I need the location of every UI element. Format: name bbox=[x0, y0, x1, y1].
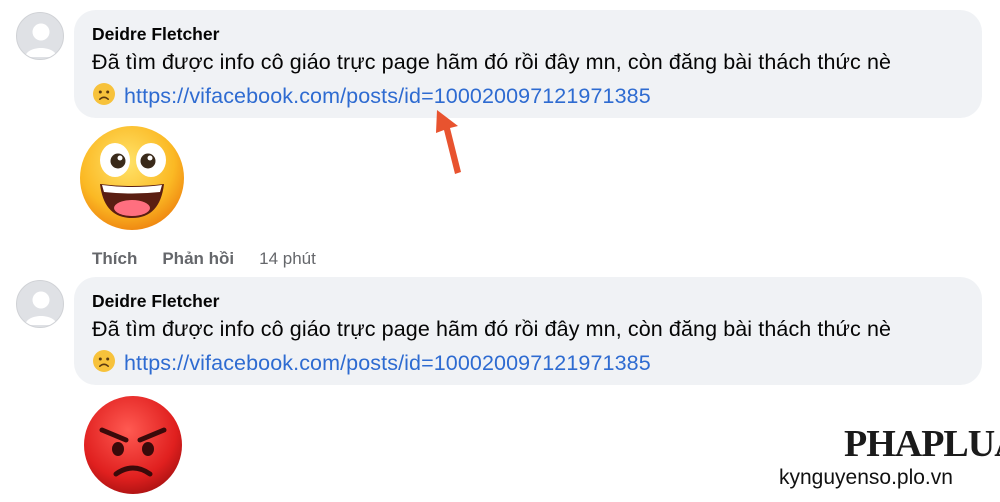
comment-timestamp[interactable]: 14 phút bbox=[259, 249, 316, 269]
comment-link-line: https://vifacebook.com/posts/id=10002009… bbox=[92, 348, 651, 378]
comment-text: Đã tìm được info cô giáo trực page hãm đ… bbox=[92, 50, 892, 74]
comment-link-line: https://vifacebook.com/posts/id=10002009… bbox=[92, 81, 651, 111]
avatar[interactable] bbox=[16, 12, 64, 60]
comment-bubble: Deidre Fletcher Đã tìm được info cô giáo… bbox=[74, 10, 982, 118]
like-button[interactable]: Thích bbox=[92, 249, 137, 269]
comment-actions: Thích Phản hồi 14 phút bbox=[92, 248, 316, 270]
comment-bubble: Deidre Fletcher Đã tìm được info cô giáo… bbox=[74, 277, 982, 385]
angry-face-sticker-icon bbox=[82, 394, 184, 501]
site-url-watermark: kynguyenso.plo.vn bbox=[779, 466, 953, 489]
comment-text: Đã tìm được info cô giáo trực page hãm đ… bbox=[92, 317, 892, 341]
phapluat-logo: PHAPLUAT bbox=[844, 423, 1000, 465]
comment-author[interactable]: Deidre Fletcher bbox=[92, 291, 219, 312]
frowning-face-emoji-icon bbox=[92, 82, 116, 111]
comment-author[interactable]: Deidre Fletcher bbox=[92, 24, 219, 45]
frowning-face-emoji-icon bbox=[92, 349, 116, 378]
red-arrow-icon bbox=[436, 110, 461, 174]
avatar[interactable] bbox=[16, 280, 64, 328]
comment-link[interactable]: https://vifacebook.com/posts/id=10002009… bbox=[124, 351, 651, 376]
grinning-wide-eyes-sticker-icon bbox=[78, 124, 186, 237]
default-profile-icon bbox=[25, 23, 57, 57]
reply-button[interactable]: Phản hồi bbox=[162, 249, 234, 269]
default-profile-icon bbox=[25, 291, 57, 325]
comment-link[interactable]: https://vifacebook.com/posts/id=10002009… bbox=[124, 84, 651, 109]
